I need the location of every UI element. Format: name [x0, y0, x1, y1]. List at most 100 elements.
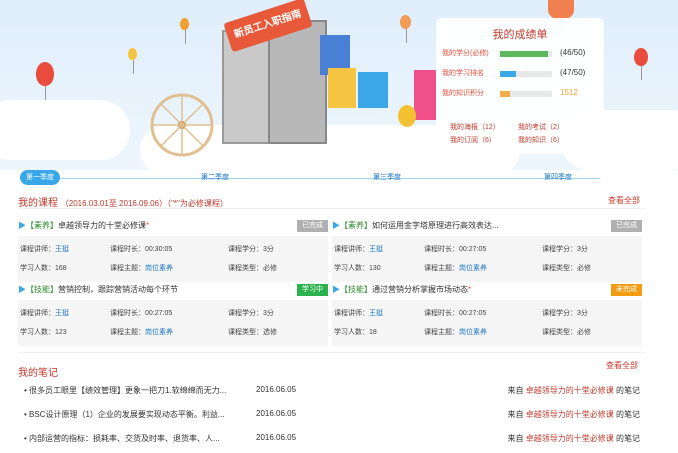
score-value: (47/50) — [560, 68, 586, 77]
score-label: 我的知识积分 — [442, 90, 484, 97]
course-tag: 【技能】 — [26, 285, 58, 294]
tab-quarter-3[interactable]: 第三季度 — [367, 170, 407, 185]
status-badge: 已完成 — [611, 220, 642, 232]
course-credit: 课程学分：3分 — [542, 246, 588, 253]
course-title[interactable]: ▶【技能】营销控制，跟踪营销活动每个环节 — [18, 284, 178, 295]
note-title[interactable]: • BSC设计原理（1）企业的发展要实现动态平衡。利益... — [24, 409, 225, 420]
teacher-link[interactable]: 王挺 — [369, 246, 383, 253]
score-panel: 我的成绩单 我的学分(必修) (46/50) 我的学习排名 (47/50) 我的… — [436, 18, 604, 154]
course-type: 课程类型：必修 — [542, 329, 591, 336]
course-meta: 课程讲师：王挺 课程时长：00:30:05 课程学分：3分 学习人数：168 课… — [18, 236, 328, 282]
score-row-rank[interactable]: 我的学习排名 (47/50) — [442, 68, 602, 80]
building-illustration — [268, 20, 327, 144]
course-card[interactable]: ▶【技能】通过营销分析掌握市场动态* 未完成 课程讲师：王挺 课程时长：00:2… — [332, 284, 642, 346]
note-item[interactable]: • 很多员工眼里【绩效管理】更象一把刀1.软绵绵而无力... 2016.06.0… — [24, 385, 664, 399]
courses-view-all-link[interactable]: 查看全部 — [608, 195, 640, 206]
score-progress-bar — [500, 71, 552, 77]
gift-box-illustration — [358, 72, 388, 108]
course-learners: 学习人数：168 — [20, 265, 67, 272]
course-credit: 课程学分：3分 — [228, 246, 274, 253]
balloon-icon — [128, 48, 137, 74]
course-title[interactable]: ▶【技能】通过营销分析掌握市场动态* — [332, 284, 471, 295]
gift-box-illustration — [328, 68, 356, 108]
balloon-icon — [634, 48, 648, 80]
note-title[interactable]: • 内部运营的指标：损耗率、交货及时率、退货率、人... — [24, 433, 220, 444]
note-date: 2016.06.05 — [256, 433, 297, 442]
arrow-icon: ▶ — [332, 221, 340, 230]
quarter-timeline: 第一季度 第二季度 第三季度 第四季度 — [0, 168, 678, 188]
note-item[interactable]: • BSC设计原理（1）企业的发展要实现动态平衡。利益... 2016.06.0… — [24, 409, 664, 423]
topic-link[interactable]: 岗位素养 — [145, 329, 173, 336]
course-duration: 课程时长：00:27:05 — [424, 310, 487, 317]
required-star: * — [468, 285, 472, 294]
link-my-exams[interactable]: 我的考试（2） — [518, 122, 564, 132]
note-source: 来自 卓越领导力的十堂必修课 的笔记 — [507, 410, 640, 419]
status-badge: 学习中 — [297, 284, 328, 296]
course-card[interactable]: ▶【素养】如何运用金字塔原理进行高效表达... 已完成 课程讲师：王挺 课程时长… — [332, 220, 642, 282]
notes-title: 我的笔记 — [18, 368, 58, 379]
teacher-link[interactable]: 王挺 — [55, 246, 69, 253]
teacher-link[interactable]: 王挺 — [55, 310, 69, 317]
required-star: * — [146, 221, 150, 230]
balloon-icon — [180, 18, 189, 44]
course-topic: 课程主题：岗位素养 — [424, 327, 487, 337]
course-duration: 课程时长：00:27:05 — [110, 310, 173, 317]
link-my-subscriptions[interactable]: 我的订阅（6） — [450, 135, 496, 145]
arrow-icon: ▶ — [18, 285, 26, 294]
tab-quarter-1[interactable]: 第一季度 — [20, 170, 60, 185]
arrow-icon: ▶ — [332, 285, 340, 294]
score-label: 我的学习排名 — [442, 70, 484, 77]
course-topic: 课程主题：岗位素养 — [110, 327, 173, 337]
note-item[interactable]: • 内部运营的指标：损耗率、交货及时率、退货率、人... 2016.06.05 … — [24, 433, 664, 447]
topic-label: 课程主题： — [424, 329, 459, 336]
note-title[interactable]: • 很多员工眼里【绩效管理】更象一把刀1.软绵绵而无力... — [24, 385, 226, 396]
course-duration: 课程时长：00:27:05 — [424, 246, 487, 253]
balloon-icon — [36, 62, 54, 100]
balloon-icon — [400, 15, 411, 43]
divider — [18, 352, 646, 353]
topic-link[interactable]: 岗位素养 — [459, 329, 487, 336]
note-course-link[interactable]: 卓越领导力的十堂必修课 — [526, 410, 614, 419]
banner: 新员工入职指南 我的成绩单 我的学分(必修) (46/50) 我的学习排名 (4… — [0, 0, 678, 170]
notes-view-all-link[interactable]: 查看全部 — [606, 360, 638, 371]
teacher-label: 课程讲师： — [334, 310, 369, 317]
link-my-knowledge[interactable]: 我的知识（6） — [518, 135, 564, 145]
score-row-points[interactable]: 我的知识积分 1512 — [442, 88, 602, 100]
hot-air-balloon-icon — [548, 0, 574, 34]
course-card[interactable]: ▶【素养】卓越领导力的十堂必修课* 已完成 课程讲师：王挺 课程时长：00:30… — [18, 220, 328, 282]
course-tag: 【技能】 — [340, 285, 372, 294]
tab-quarter-2[interactable]: 第二季度 — [195, 170, 235, 185]
topic-label: 课程主题： — [424, 265, 459, 272]
course-meta: 课程讲师：王挺 课程时长：00:27:05 课程学分：3分 学习人数：130 课… — [332, 236, 642, 282]
teacher-label: 课程讲师： — [334, 246, 369, 253]
course-title[interactable]: ▶【素养】如何运用金字塔原理进行高效表达... — [332, 220, 499, 231]
course-teacher: 课程讲师：王挺 — [334, 244, 383, 254]
teacher-link[interactable]: 王挺 — [369, 310, 383, 317]
note-course-link[interactable]: 卓越领导力的十堂必修课 — [526, 386, 614, 395]
course-title[interactable]: ▶【素养】卓越领导力的十堂必修课* — [18, 220, 149, 231]
note-source: 来自 卓越领导力的十堂必修课 的笔记 — [507, 434, 640, 443]
course-duration: 课程时长：00:30:05 — [110, 246, 173, 253]
tab-quarter-4[interactable]: 第四季度 — [538, 170, 578, 185]
topic-link[interactable]: 岗位素养 — [459, 265, 487, 272]
course-name: 通过营销分析掌握市场动态 — [372, 285, 468, 294]
course-teacher: 课程讲师：王挺 — [20, 308, 69, 318]
score-progress-fill — [500, 91, 511, 97]
score-row-credit[interactable]: 我的学分(必修) (46/50) — [442, 48, 602, 60]
ferris-wheel-icon — [150, 93, 214, 157]
course-teacher: 课程讲师：王挺 — [20, 244, 69, 254]
link-my-posters[interactable]: 我的海报（12） — [450, 122, 500, 132]
course-credit: 课程学分：3分 — [542, 310, 588, 317]
score-value: 1512 — [560, 88, 578, 97]
arrow-icon: ▶ — [18, 221, 26, 230]
course-meta: 课程讲师：王挺 课程时长：00:27:05 课程学分：3分 学习人数：18 课程… — [332, 300, 642, 346]
note-course-link[interactable]: 卓越领导力的十堂必修课 — [526, 434, 614, 443]
course-tag: 【素养】 — [26, 221, 58, 230]
course-card[interactable]: ▶【技能】营销控制，跟踪营销活动每个环节 学习中 课程讲师：王挺 课程时长：00… — [18, 284, 328, 346]
topic-link[interactable]: 岗位素养 — [145, 265, 173, 272]
course-teacher: 课程讲师：王挺 — [334, 308, 383, 318]
status-badge: 已完成 — [297, 220, 328, 232]
course-name: 如何运用金字塔原理进行高效表达... — [372, 221, 499, 230]
status-badge: 未完成 — [611, 284, 642, 296]
course-learners: 学习人数：130 — [334, 265, 381, 272]
